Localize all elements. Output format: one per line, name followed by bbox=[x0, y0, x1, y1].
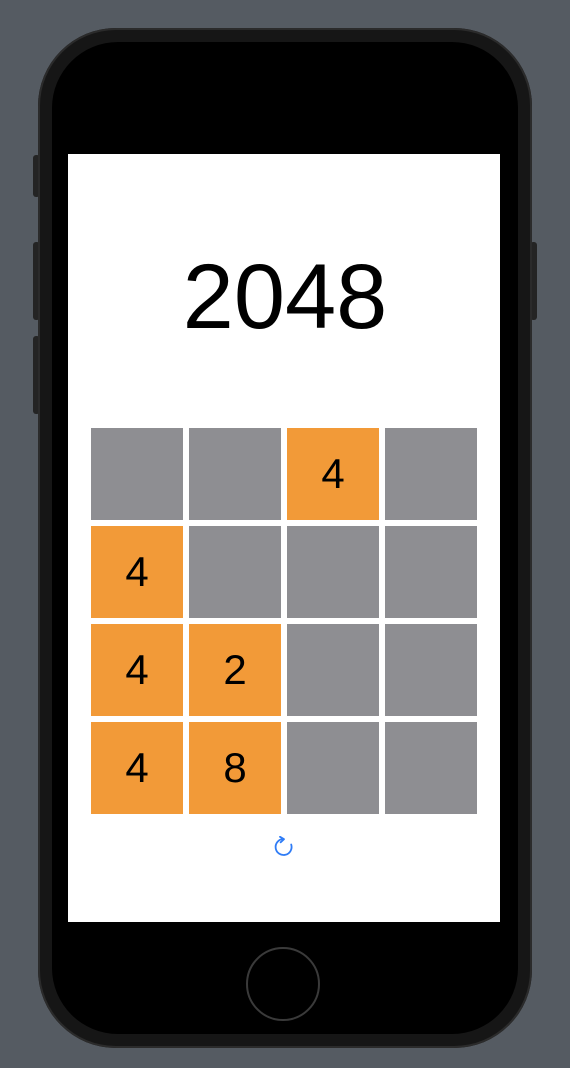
tile-r0-c1 bbox=[189, 428, 281, 520]
restart-icon bbox=[274, 836, 293, 856]
game-title: 2048 bbox=[182, 246, 388, 348]
tile-r0-c2: 4 bbox=[287, 428, 379, 520]
tile-r1-c0: 4 bbox=[91, 526, 183, 618]
home-button[interactable] bbox=[246, 947, 320, 1021]
tile-r3-c2 bbox=[287, 722, 379, 814]
tile-r0-c0 bbox=[91, 428, 183, 520]
tile-r2-c2 bbox=[287, 624, 379, 716]
tile-r1-c2 bbox=[287, 526, 379, 618]
restart-button[interactable] bbox=[270, 834, 298, 862]
tile-r2-c1: 2 bbox=[189, 624, 281, 716]
tile-r1-c1 bbox=[189, 526, 281, 618]
tile-r3-c1: 8 bbox=[189, 722, 281, 814]
tile-r2-c0: 4 bbox=[91, 624, 183, 716]
tile-r3-c0: 4 bbox=[91, 722, 183, 814]
tile-r2-c3 bbox=[385, 624, 477, 716]
tile-r1-c3 bbox=[385, 526, 477, 618]
tile-r3-c3 bbox=[385, 722, 477, 814]
tile-r0-c3 bbox=[385, 428, 477, 520]
game-board[interactable]: 4 4 4 2 4 8 bbox=[91, 428, 477, 814]
